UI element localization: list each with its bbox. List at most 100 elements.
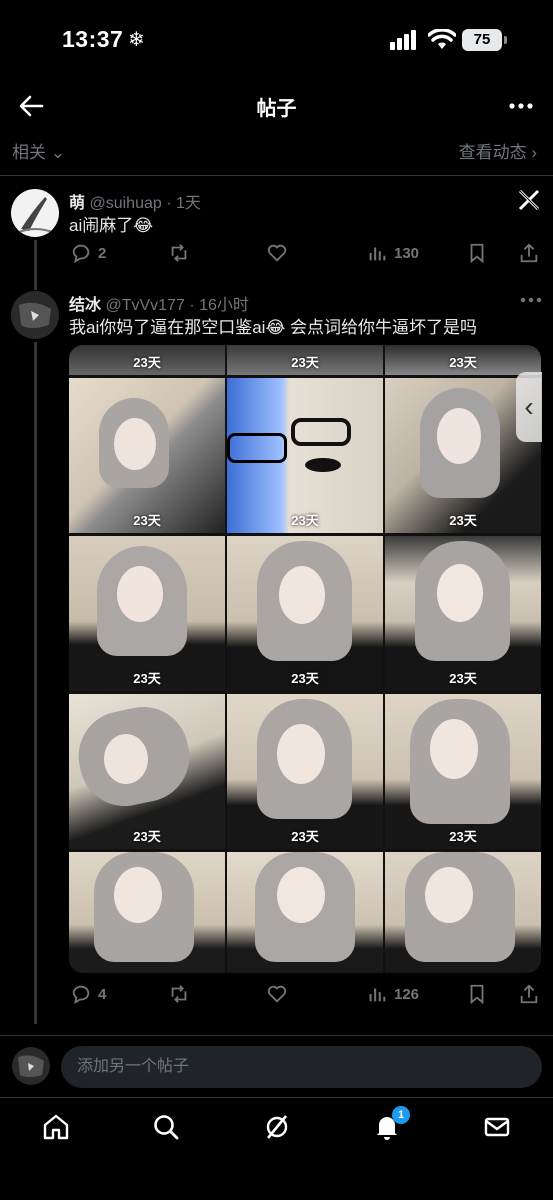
photo-age-label: 23天 bbox=[291, 671, 319, 686]
post-header: 结冰 @TvVv177 · 16小时 bbox=[69, 291, 249, 315]
grid-photo[interactable]: 23天 bbox=[385, 345, 541, 375]
views-count: 130 bbox=[394, 244, 420, 262]
notification-badge: 1 bbox=[392, 1106, 410, 1124]
grid-photo[interactable]: 23天 bbox=[69, 378, 225, 533]
grid-photo[interactable] bbox=[69, 852, 225, 973]
like-button[interactable] bbox=[266, 242, 288, 264]
more-options-icon[interactable] bbox=[518, 290, 544, 310]
mail-icon[interactable] bbox=[482, 1112, 512, 1142]
grid-photo[interactable]: 23天 bbox=[227, 694, 383, 849]
avatar[interactable] bbox=[11, 189, 59, 237]
photo-age-label: 23天 bbox=[449, 829, 477, 844]
avatar bbox=[12, 1047, 50, 1085]
author-handle[interactable]: @TvVv177 bbox=[105, 297, 184, 314]
reply-button[interactable]: 2 bbox=[70, 242, 106, 264]
related-label: 相关 bbox=[12, 143, 46, 162]
x-logo-icon bbox=[518, 189, 540, 211]
image-grid: 23天 23天 23天 23天 23天 23天 23天 23天 23天 23天 … bbox=[69, 345, 541, 973]
page-title: 帖子 bbox=[256, 98, 297, 120]
photo-age-label: 23天 bbox=[133, 829, 161, 844]
reply-button[interactable]: 4 bbox=[70, 983, 106, 1005]
post-text: ai闹麻了😂 bbox=[69, 216, 154, 235]
photo-age-label: 23天 bbox=[133, 671, 161, 686]
battery-indicator: 75 bbox=[462, 29, 507, 51]
photo-age-label: 23天 bbox=[291, 355, 319, 370]
heart-icon bbox=[267, 244, 287, 262]
repost-icon bbox=[171, 985, 187, 1003]
avatar-image bbox=[18, 1055, 44, 1077]
reply-icon bbox=[72, 244, 90, 264]
view-activity-link[interactable]: 查看动态 › bbox=[459, 138, 537, 163]
separator-dot: · bbox=[166, 195, 172, 212]
grid-photo[interactable] bbox=[385, 852, 541, 973]
photo-age-label: 23天 bbox=[133, 513, 161, 528]
related-dropdown[interactable]: 相关 ⌄ bbox=[12, 138, 65, 163]
photo-age-label: 23天 bbox=[449, 355, 477, 370]
grid-photo[interactable]: 23天 bbox=[69, 694, 225, 849]
chevron-right-icon: › bbox=[531, 143, 537, 162]
grid-photo[interactable]: 23天 bbox=[69, 536, 225, 691]
wifi-icon bbox=[428, 29, 456, 49]
bookmark-button[interactable] bbox=[466, 983, 488, 1005]
separator-dot: · bbox=[189, 297, 195, 314]
bookmark-icon bbox=[470, 984, 484, 1005]
reply-icon bbox=[72, 985, 90, 1005]
views-chart-icon bbox=[369, 988, 386, 1002]
grid-photo[interactable]: 23天 bbox=[227, 536, 383, 691]
author-name[interactable]: 萌 bbox=[69, 195, 85, 212]
bottom-navigation: 1 bbox=[0, 1097, 553, 1200]
collapse-panel-handle[interactable]: ‹ bbox=[516, 372, 542, 442]
avatar-image bbox=[16, 197, 56, 234]
reply-input[interactable]: 添加另一个帖子 bbox=[61, 1046, 542, 1088]
photo-age-label: 23天 bbox=[291, 513, 319, 528]
share-icon bbox=[520, 984, 538, 1004]
author-handle[interactable]: @suihuap bbox=[89, 195, 161, 212]
thread-line bbox=[34, 240, 37, 290]
share-icon bbox=[520, 243, 538, 263]
views-button[interactable]: 130 bbox=[366, 242, 419, 264]
post-text: 我ai你妈了逼在那空口鉴ai😂 会点词给你牛逼坏了是吗 bbox=[69, 318, 478, 337]
post-actions: 4 126 bbox=[70, 983, 540, 1013]
repost-button[interactable] bbox=[168, 983, 190, 1005]
photo-age-label: 23天 bbox=[449, 671, 477, 686]
chevron-down-icon: ⌄ bbox=[50, 143, 65, 162]
bookmark-button[interactable] bbox=[466, 242, 488, 264]
like-button[interactable] bbox=[266, 983, 288, 1005]
share-button[interactable] bbox=[518, 983, 540, 1005]
reply-placeholder: 添加另一个帖子 bbox=[77, 1058, 190, 1075]
top-header: 帖子 bbox=[0, 78, 553, 134]
repost-button[interactable] bbox=[168, 242, 190, 264]
grid-photo[interactable]: 23天 bbox=[227, 378, 383, 533]
grid-photo[interactable]: 23天 bbox=[227, 345, 383, 375]
search-icon[interactable] bbox=[151, 1112, 181, 1142]
author-name[interactable]: 结冰 bbox=[69, 297, 101, 314]
status-time: 13:37 bbox=[62, 26, 124, 52]
status-bar: 13:37 ❄ 75 bbox=[0, 0, 553, 78]
grid-photo[interactable]: 23天 bbox=[385, 694, 541, 849]
sub-navigation: 相关 ⌄ 查看动态 › bbox=[0, 134, 553, 176]
reply-composer: 添加另一个帖子 bbox=[0, 1035, 553, 1097]
snowflake-icon: ❄ bbox=[128, 29, 145, 51]
post-age: 16小时 bbox=[199, 297, 249, 314]
photo-age-label: 23天 bbox=[449, 513, 477, 528]
grid-photo[interactable]: 23天 bbox=[69, 345, 225, 375]
cellular-signal-icon bbox=[390, 30, 416, 50]
views-button[interactable]: 126 bbox=[366, 983, 419, 1005]
post-age: 1天 bbox=[176, 195, 201, 212]
share-button[interactable] bbox=[518, 242, 540, 264]
avatar-image bbox=[11, 291, 59, 339]
grok-icon[interactable] bbox=[262, 1112, 292, 1142]
bookmark-icon bbox=[470, 243, 484, 264]
photo-age-label: 23天 bbox=[291, 829, 319, 844]
views-count: 126 bbox=[394, 985, 420, 1003]
avatar[interactable] bbox=[11, 291, 59, 339]
reply-count: 4 bbox=[98, 985, 107, 1003]
grid-photo[interactable]: 23天 bbox=[385, 536, 541, 691]
thread-line bbox=[34, 342, 37, 1024]
view-activity-label: 查看动态 bbox=[458, 143, 527, 162]
photo-age-label: 23天 bbox=[133, 355, 161, 370]
home-icon[interactable] bbox=[41, 1112, 71, 1142]
more-options-icon[interactable] bbox=[505, 90, 537, 122]
grid-photo[interactable] bbox=[227, 852, 383, 973]
post-actions: 2 130 bbox=[70, 242, 540, 272]
